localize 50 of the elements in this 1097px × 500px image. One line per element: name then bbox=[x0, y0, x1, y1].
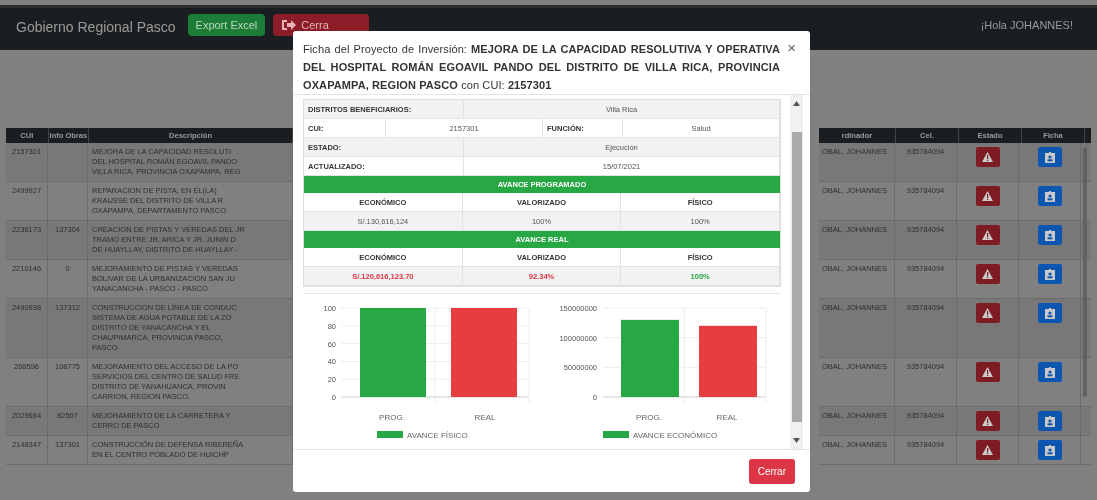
record-button[interactable] bbox=[1037, 264, 1062, 284]
category-label: REAL bbox=[474, 413, 496, 422]
warning-icon bbox=[982, 152, 993, 162]
id-badge-icon bbox=[1044, 268, 1055, 280]
record-button[interactable] bbox=[1037, 411, 1062, 431]
record-button[interactable] bbox=[1037, 303, 1062, 323]
status-button[interactable] bbox=[975, 303, 1000, 323]
scroll-down-icon[interactable] bbox=[793, 438, 800, 443]
warning-icon bbox=[982, 367, 993, 377]
id-badge-icon bbox=[1044, 190, 1055, 202]
legend-label: AVANCE ECONÓMICO bbox=[633, 431, 718, 440]
id-badge-icon bbox=[1044, 444, 1055, 456]
warning-icon bbox=[982, 308, 993, 318]
status-button[interactable] bbox=[975, 411, 1000, 431]
id-badge-icon bbox=[1044, 151, 1055, 163]
id-badge-icon bbox=[1044, 366, 1055, 378]
greeting-text: ¡Hola JOHANNES! bbox=[980, 19, 1073, 31]
modal-title: Ficha del Proyecto de Inversión: MEJORA DE LA CAPACIDAD RESOLUTIVA Y OPERATIVA DEL HOSPITAL ROMÁN EGOAVIL PANDO DEL DISTRITO DE VILLA RICA, PROVINCIA OXAPAMPA, REGION PASCO con CUI: 2157301 bbox=[303, 42, 780, 93]
legend-swatch bbox=[377, 431, 403, 438]
legend-swatch bbox=[603, 431, 629, 438]
status-button[interactable] bbox=[975, 362, 1000, 382]
id-badge-icon bbox=[1044, 229, 1055, 241]
category-label: PROG. bbox=[636, 413, 662, 422]
id-badge-icon bbox=[1044, 415, 1055, 427]
status-button[interactable] bbox=[975, 225, 1000, 245]
id-badge-icon bbox=[1044, 307, 1055, 319]
close-button[interactable]: × bbox=[787, 40, 796, 55]
scroll-up-icon[interactable] bbox=[793, 101, 800, 106]
warning-icon bbox=[982, 416, 993, 426]
category-label: PROG. bbox=[379, 413, 405, 422]
logout-icon bbox=[281, 19, 297, 31]
warning-icon bbox=[982, 191, 993, 201]
warning-icon bbox=[982, 230, 993, 240]
warning-icon bbox=[982, 269, 993, 279]
category-label: REAL bbox=[716, 413, 738, 422]
close-modal-button[interactable]: Cerrar bbox=[748, 458, 795, 484]
status-button[interactable] bbox=[975, 147, 1000, 167]
legend-label: AVANCE FÍSICO bbox=[407, 431, 468, 440]
warning-icon bbox=[982, 445, 993, 455]
export-button[interactable]: Export Excel bbox=[187, 14, 266, 36]
brand-title[interactable]: Gobierno Regional Pasco bbox=[16, 19, 176, 35]
record-button[interactable] bbox=[1037, 362, 1062, 382]
status-button[interactable] bbox=[975, 264, 1000, 284]
record-button[interactable] bbox=[1037, 440, 1062, 460]
record-button[interactable] bbox=[1037, 147, 1062, 167]
status-button[interactable] bbox=[975, 186, 1000, 206]
status-button[interactable] bbox=[975, 440, 1000, 460]
record-button[interactable] bbox=[1037, 225, 1062, 245]
scrollbar[interactable] bbox=[790, 95, 803, 449]
record-button[interactable] bbox=[1037, 186, 1062, 206]
